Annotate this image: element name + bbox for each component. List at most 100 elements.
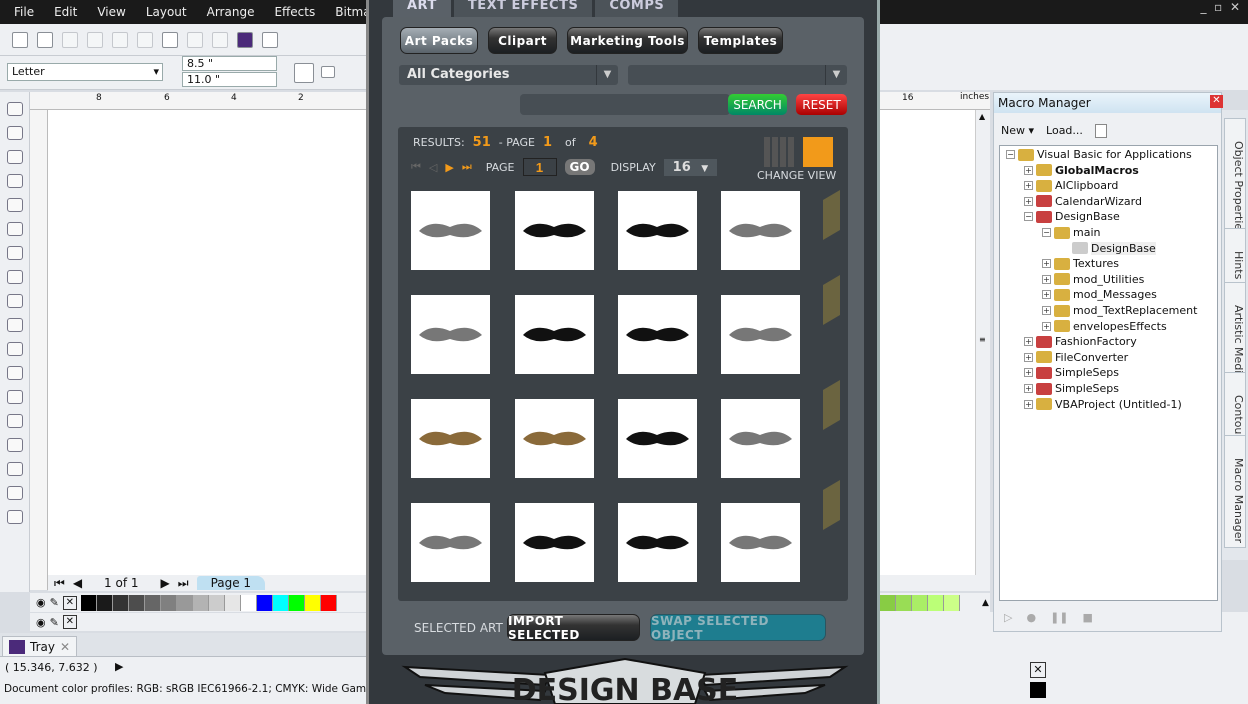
restore-icon[interactable]: ▫ bbox=[1214, 0, 1222, 14]
no-color-swatch[interactable]: ✕ bbox=[62, 595, 77, 610]
color-swatch[interactable] bbox=[176, 594, 193, 611]
tree-node[interactable]: + envelopesEffects bbox=[1042, 320, 1167, 333]
menu-edit[interactable]: Edit bbox=[54, 5, 77, 19]
ellipse-tool-icon[interactable] bbox=[7, 270, 23, 284]
save-icon[interactable] bbox=[62, 31, 78, 48]
color-swatch[interactable] bbox=[80, 594, 97, 611]
last-page-icon[interactable]: ⏭ bbox=[462, 160, 472, 174]
drawing-canvas-right[interactable] bbox=[880, 110, 975, 575]
docker-tab[interactable]: Hints bbox=[1224, 228, 1246, 285]
art-thumbnail-tribal-wings[interactable] bbox=[411, 191, 490, 270]
expand-icon[interactable]: + bbox=[1042, 274, 1051, 284]
tree-node[interactable]: + GlobalMacros bbox=[1024, 164, 1139, 177]
art-thumbnail-tribal-flourish[interactable] bbox=[721, 503, 800, 582]
docker-close-icon[interactable]: ✕ bbox=[1210, 95, 1223, 108]
color-swatch[interactable] bbox=[912, 594, 928, 611]
expand-icon[interactable]: + bbox=[1024, 384, 1033, 393]
color-swatch[interactable] bbox=[192, 594, 209, 611]
stop-icon[interactable]: ■ bbox=[1083, 611, 1093, 624]
expand-icon[interactable]: + bbox=[1024, 368, 1033, 378]
tree-node[interactable]: + mod_Utilities bbox=[1042, 273, 1144, 286]
page-input[interactable] bbox=[522, 158, 557, 176]
fill-black-swatch[interactable] bbox=[1030, 682, 1046, 698]
first-page-icon[interactable]: ⏮ bbox=[54, 576, 65, 591]
subcategory-select[interactable]: ▼ bbox=[628, 65, 847, 85]
art-thumbnail-flourish-snake[interactable] bbox=[411, 503, 490, 582]
search-button[interactable]: SEARCH bbox=[728, 94, 787, 115]
freehand-tool-icon[interactable] bbox=[7, 198, 23, 212]
search-input[interactable] bbox=[520, 94, 730, 115]
rectangle-tool-icon[interactable] bbox=[7, 246, 23, 260]
art-thumbnail-sea-creatures[interactable] bbox=[618, 399, 697, 478]
expand-icon[interactable]: + bbox=[1024, 337, 1033, 347]
swap-selected-object-button[interactable]: SWAP SELECTED OBJECT bbox=[650, 614, 826, 642]
color-profiles-status[interactable]: Document color profiles: RGB: sRGB IEC61… bbox=[4, 683, 410, 695]
import-selected-button[interactable]: IMPORT SELECTED bbox=[507, 614, 640, 642]
new-icon[interactable] bbox=[12, 31, 28, 48]
blend-tool-icon[interactable] bbox=[7, 438, 23, 452]
load-button[interactable]: Load... bbox=[1046, 124, 1083, 138]
art-thumbnail-grunge-banner[interactable] bbox=[618, 295, 697, 374]
expand-icon[interactable]: + bbox=[1024, 181, 1033, 191]
art-thumbnail-planes[interactable] bbox=[618, 503, 697, 582]
smart-fill-icon[interactable] bbox=[7, 222, 23, 236]
art-thumbnail-crest-scroll[interactable] bbox=[618, 191, 697, 270]
outline-tool-icon[interactable] bbox=[7, 486, 23, 500]
tree-node[interactable]: + SimpleSeps bbox=[1024, 382, 1119, 395]
first-page-icon[interactable]: ⏮ bbox=[411, 160, 421, 174]
art-thumbnail-wings[interactable] bbox=[721, 191, 800, 270]
horizontal-scrollbar[interactable] bbox=[880, 575, 990, 591]
polygon-tool-icon[interactable] bbox=[7, 294, 23, 308]
tree-node[interactable]: + FashionFactory bbox=[1024, 335, 1137, 348]
pause-icon[interactable]: ❚❚ bbox=[1050, 611, 1068, 624]
art-thumbnail-ribbon-brown[interactable] bbox=[515, 399, 594, 478]
next-page-icon[interactable]: ▶ bbox=[445, 161, 453, 174]
color-swatch[interactable] bbox=[96, 594, 113, 611]
no-color-swatch[interactable]: ✕ bbox=[62, 615, 77, 629]
prev-page-icon[interactable]: ◁ bbox=[429, 161, 437, 174]
art-thumbnail-ribbon-simple[interactable] bbox=[411, 399, 490, 478]
templates-button[interactable]: Templates bbox=[698, 27, 783, 54]
tree-node[interactable]: DesignBase bbox=[1060, 241, 1156, 255]
tree-node[interactable]: + mod_TextReplacement bbox=[1042, 304, 1197, 317]
color-swatch[interactable] bbox=[256, 594, 273, 611]
color-swatch[interactable] bbox=[160, 594, 177, 611]
tab-text-effects[interactable]: TEXT EFFECTS bbox=[453, 0, 593, 17]
next-page-icon[interactable]: ▶ bbox=[161, 576, 170, 590]
expand-icon[interactable]: + bbox=[1042, 259, 1051, 269]
tree-node[interactable]: + VBAProject (Untitled-1) bbox=[1024, 398, 1182, 411]
print-icon[interactable] bbox=[87, 31, 103, 48]
art-thumbnail-shield-wings[interactable] bbox=[411, 295, 490, 374]
crop-tool-icon[interactable] bbox=[7, 150, 23, 164]
fill-tool-icon[interactable] bbox=[7, 510, 23, 524]
prev-page-icon[interactable]: ◀ bbox=[73, 576, 82, 590]
zoom-tool-icon[interactable] bbox=[7, 174, 23, 188]
tree-node[interactable]: + Textures bbox=[1042, 257, 1119, 270]
undo-icon[interactable] bbox=[187, 31, 203, 48]
redo-icon[interactable] bbox=[212, 31, 228, 48]
last-page-icon[interactable]: ⏭ bbox=[178, 576, 189, 591]
menu-layout[interactable]: Layout bbox=[146, 5, 187, 19]
palette-menu-icon[interactable]: ◉ bbox=[36, 596, 46, 609]
portrait-icon[interactable] bbox=[294, 63, 314, 83]
eyedropper-icon[interactable]: ✎ bbox=[50, 616, 59, 629]
art-thumbnail-tribal-fleur[interactable] bbox=[721, 295, 800, 374]
color-swatch[interactable] bbox=[944, 594, 960, 611]
paste-icon[interactable] bbox=[162, 31, 178, 48]
color-swatch[interactable] bbox=[896, 594, 912, 611]
palette-menu-icon[interactable]: ◉ bbox=[36, 616, 46, 629]
large-view-icon[interactable] bbox=[803, 137, 833, 167]
record-icon[interactable]: ● bbox=[1026, 611, 1036, 624]
menu-arrange[interactable]: Arrange bbox=[207, 5, 255, 19]
tray-tab[interactable]: Tray ✕ bbox=[2, 636, 78, 656]
color-swatch[interactable] bbox=[208, 594, 225, 611]
grid-view-icon[interactable] bbox=[764, 137, 794, 167]
expand-icon[interactable]: + bbox=[1042, 306, 1051, 315]
basic-shapes-icon[interactable] bbox=[7, 318, 23, 332]
docker-tab[interactable]: Object Properties bbox=[1224, 118, 1246, 241]
page-width-field[interactable]: 8.5 " bbox=[182, 56, 277, 71]
run-icon[interactable]: ▷ bbox=[1004, 611, 1012, 624]
import-icon[interactable] bbox=[262, 31, 278, 48]
marketing-tools-button[interactable]: Marketing Tools bbox=[567, 27, 688, 54]
color-swatch[interactable] bbox=[224, 594, 241, 611]
